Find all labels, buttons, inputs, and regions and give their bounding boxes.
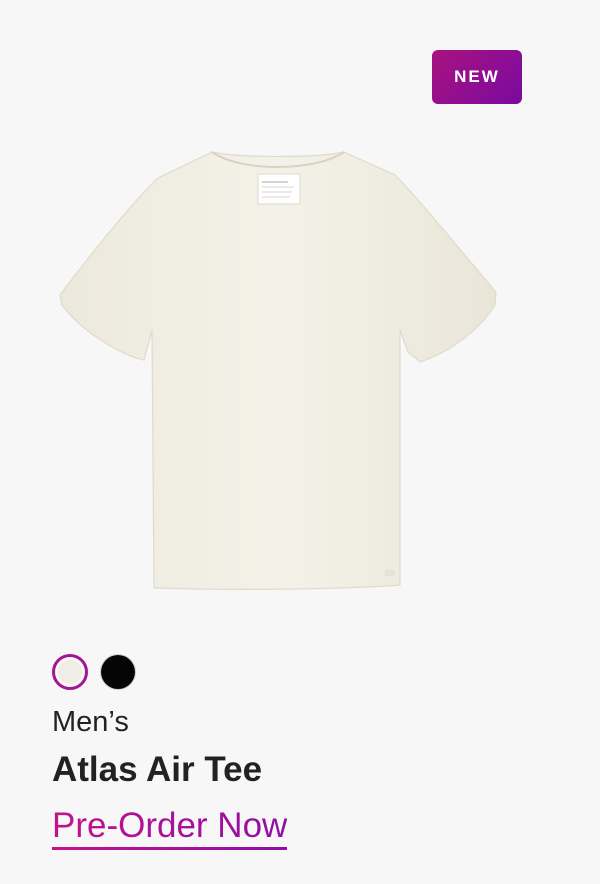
new-badge: NEW: [432, 50, 522, 104]
product-card[interactable]: NEW Men’s Atlas Air Tee Pre-Order Now: [0, 0, 600, 884]
pre-order-link[interactable]: Pre-Order Now: [52, 806, 288, 850]
swatch-black-fill: [101, 655, 135, 689]
color-swatches: [52, 654, 136, 690]
product-category: Men’s: [52, 706, 129, 738]
product-image[interactable]: [40, 130, 520, 600]
swatch-black[interactable]: [100, 654, 136, 690]
product-name[interactable]: Atlas Air Tee: [52, 750, 262, 790]
swatch-cream-fill: [58, 660, 82, 684]
swatch-cream[interactable]: [52, 654, 88, 690]
new-badge-label: NEW: [454, 67, 500, 86]
